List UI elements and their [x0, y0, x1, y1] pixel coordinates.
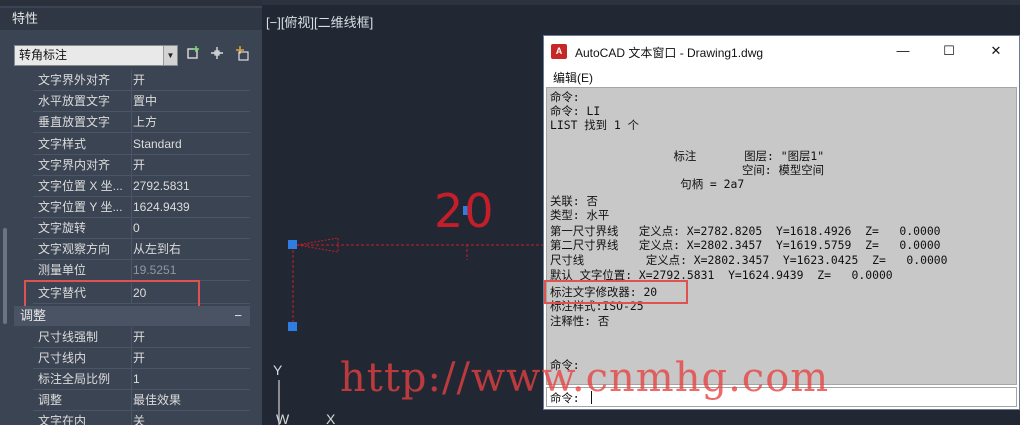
autocad-text-window[interactable]: A AutoCAD 文本窗口 - Drawing1.dwg — ☐ ✕ 编辑(E…	[543, 35, 1020, 410]
properties-palette: 特性 转角标注 ▼ 文字界外对齐 开 水平放置文字 置中 垂直放置文字 上方 文…	[0, 0, 262, 425]
grip-extension-point	[288, 322, 297, 331]
highlight-box	[24, 280, 200, 308]
property-label: 垂直放置文字	[38, 115, 111, 129]
property-row[interactable]: 标注全局比例 1	[33, 369, 250, 390]
history-line: 命令: LI	[550, 104, 601, 118]
property-row[interactable]: 尺寸线强制 开	[33, 327, 250, 348]
ucs-x-label: X	[326, 411, 336, 425]
property-label: 测量单位	[38, 263, 87, 277]
property-label: 文字位置 X 坐...	[38, 179, 123, 193]
pick-point-icon[interactable]	[207, 45, 227, 65]
property-label: 文字旋转	[38, 221, 87, 235]
history-line: LIST 找到 1 个	[550, 118, 640, 132]
property-label: 标注全局比例	[38, 372, 111, 386]
close-button[interactable]: ✕	[973, 36, 1019, 66]
history-line: 尺寸线 定义点: X=2802.3457 Y=1623.0425 Z= 0.00…	[550, 253, 948, 267]
maximize-button[interactable]: ☐	[926, 36, 972, 66]
property-value[interactable]: 开	[131, 348, 249, 369]
history-line: 第二尺寸界线 定义点: X=2802.3457 Y=1619.5759 Z= 0…	[550, 238, 941, 252]
property-value[interactable]: Standard	[131, 134, 249, 155]
property-row[interactable]: 垂直放置文字 上方	[33, 112, 250, 133]
chevron-down-icon[interactable]: ▼	[163, 46, 177, 65]
property-label: 尺寸线强制	[38, 330, 99, 344]
property-label: 文字观察方向	[38, 242, 111, 256]
object-type-select[interactable]: 转角标注 ▼	[14, 45, 178, 66]
property-value[interactable]: 上方	[131, 112, 249, 133]
toggle-pickadd-icon[interactable]	[232, 45, 252, 65]
property-value[interactable]: 最佳效果	[131, 390, 249, 411]
property-value[interactable]: 1	[131, 369, 249, 390]
property-label: 文字位置 Y 坐...	[38, 200, 123, 214]
property-value[interactable]: 从左到右	[131, 239, 249, 260]
history-line: 命令:	[550, 90, 580, 104]
property-value[interactable]: 1624.9439	[131, 197, 249, 218]
history-line: 第一尺寸界线 定义点: X=2782.8205 Y=1618.4926 Z= 0…	[550, 224, 941, 238]
property-label: 文字界内对齐	[38, 158, 111, 172]
ucs-w-label: W	[276, 411, 290, 425]
property-row[interactable]: 文字样式 Standard	[33, 134, 250, 155]
menu-edit[interactable]: 编辑(E)	[553, 69, 593, 86]
property-value[interactable]: 置中	[131, 91, 249, 112]
minimize-button[interactable]: —	[880, 36, 926, 66]
palette-title: 特性	[0, 8, 262, 30]
property-label: 调整	[38, 393, 63, 407]
property-label: 水平放置文字	[38, 94, 111, 108]
history-line: 标注 图层: "图层1"	[550, 149, 825, 163]
history-line: 注释性: 否	[550, 314, 610, 328]
property-row[interactable]: 文字界内对齐 开	[33, 155, 250, 176]
window-menubar: 编辑(E)	[544, 66, 1019, 86]
history-line: 类型: 水平	[550, 208, 610, 222]
property-value[interactable]: 开	[131, 70, 249, 91]
property-row[interactable]: 文字界外对齐 开	[33, 70, 250, 91]
history-line: 关联: 否	[550, 194, 598, 208]
property-label: 文字在内	[38, 414, 87, 425]
property-row[interactable]: 文字位置 Y 坐... 1624.9439	[33, 197, 250, 218]
property-row[interactable]: 调整 最佳效果	[33, 390, 250, 411]
property-label: 文字界外对齐	[38, 73, 111, 87]
property-label: 尺寸线内	[38, 351, 87, 365]
dimension-text: 20	[434, 184, 495, 238]
watermark-text: http://www.cnmhg.com	[340, 355, 830, 401]
property-value[interactable]: 0	[131, 218, 249, 239]
property-value[interactable]: 2792.5831	[131, 176, 249, 197]
object-type-value: 转角标注	[19, 48, 68, 62]
command-history[interactable]: 命令: 命令: LI LIST 找到 1 个 标注 图层: "图层1" 空间: …	[546, 87, 1017, 385]
property-row[interactable]: 文字在内 关	[33, 411, 250, 425]
property-row[interactable]: 尺寸线内 开	[33, 348, 250, 369]
window-titlebar[interactable]: A AutoCAD 文本窗口 - Drawing1.dwg — ☐ ✕	[544, 36, 1019, 66]
highlight-box	[544, 280, 688, 304]
collapse-icon[interactable]: −	[234, 306, 242, 326]
ucs-y-label: Y	[273, 362, 283, 378]
grip-dimension-line	[288, 240, 297, 249]
property-row[interactable]: 文字观察方向 从左到右	[33, 239, 250, 260]
window-title: AutoCAD 文本窗口 - Drawing1.dwg	[575, 46, 764, 60]
property-value: 19.5251	[131, 260, 249, 281]
property-row[interactable]: 文字旋转 0	[33, 218, 250, 239]
autocad-app-icon: A	[551, 44, 567, 59]
palette-top-strip	[0, 0, 262, 6]
property-row[interactable]: 测量单位 19.5251	[33, 260, 250, 281]
quick-select-icon[interactable]	[184, 45, 204, 65]
section-header-fit[interactable]: 调整 −	[14, 306, 250, 326]
property-row[interactable]: 水平放置文字 置中	[33, 91, 250, 112]
property-value[interactable]: 关	[131, 411, 249, 425]
property-label: 文字样式	[38, 137, 87, 151]
property-row[interactable]: 文字位置 X 坐... 2792.5831	[33, 176, 250, 197]
history-line: 句柄 = 2a7	[550, 177, 745, 191]
property-value[interactable]: 开	[131, 327, 249, 348]
section-title: 调整	[20, 308, 47, 323]
property-value[interactable]: 开	[131, 155, 249, 176]
history-line: 空间: 模型空间	[550, 163, 825, 177]
palette-scrollbar[interactable]	[3, 228, 7, 324]
